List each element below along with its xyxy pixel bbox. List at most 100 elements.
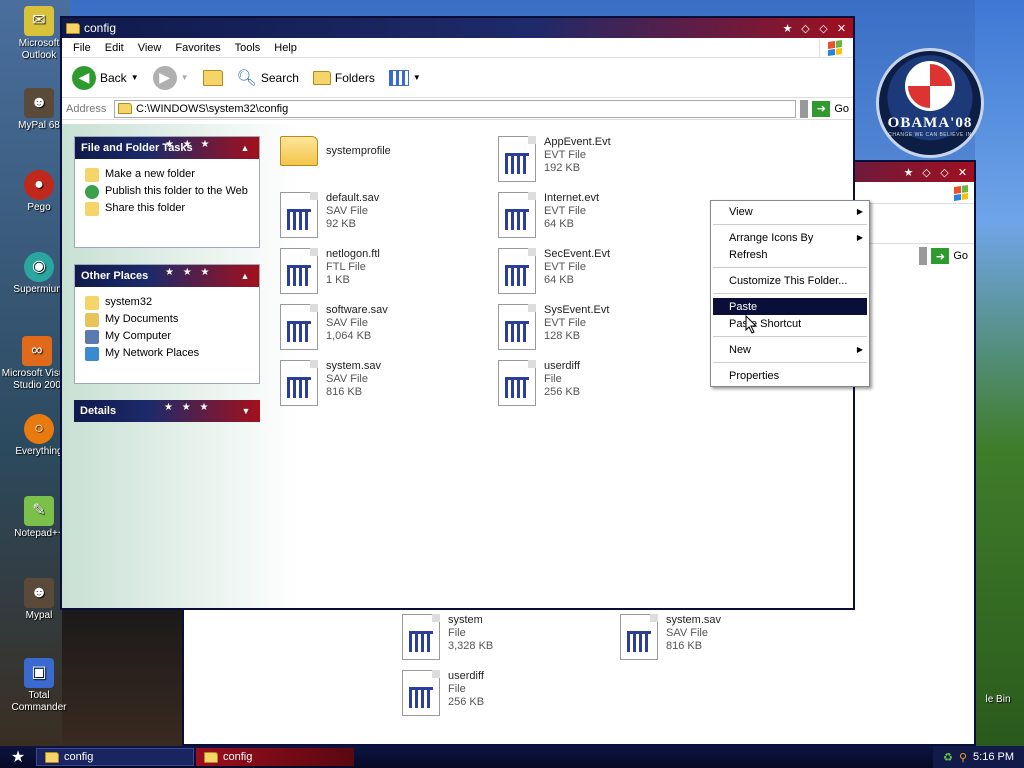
back-button[interactable]: ◀ Back ▼ xyxy=(68,64,143,92)
taskbar: ★ config config ♻ ⚲ 5:16 PM xyxy=(0,746,1024,768)
views-button[interactable]: ▼ xyxy=(385,68,425,88)
context-item-properties[interactable]: Properties xyxy=(711,367,869,384)
menu-edit[interactable]: Edit xyxy=(98,40,131,56)
place-my-network[interactable]: My Network Places xyxy=(85,347,249,361)
obama-logo-wallpaper: OBAMA'08 CHANGE WE CAN BELIEVE IN xyxy=(876,48,984,158)
context-item-refresh[interactable]: Refresh xyxy=(711,246,869,263)
window-titlebar[interactable]: config ★ ◇ ◇ ✕ xyxy=(62,18,853,38)
file-item[interactable]: userdiff File 256 KB xyxy=(498,360,708,406)
taskbar-button-config-2[interactable]: config xyxy=(196,748,354,766)
go-arrow-icon: ➜ xyxy=(931,248,950,264)
menu-tools[interactable]: Tools xyxy=(228,40,268,56)
task-share-folder[interactable]: Share this folder xyxy=(85,202,249,216)
close-button[interactable]: ✕ xyxy=(834,21,849,36)
minimize-button[interactable]: ◇ xyxy=(919,165,934,180)
obama-logo-icon xyxy=(905,61,955,111)
desktop-icon-total-commander[interactable]: ▣ Total Commander xyxy=(8,658,70,714)
clock[interactable]: 5:16 PM xyxy=(973,751,1014,763)
my-computer-icon xyxy=(85,330,99,344)
file-icon xyxy=(498,360,536,406)
file-item[interactable]: SysEvent.Evt EVT File 128 KB xyxy=(498,304,708,350)
menu-bar: File Edit View Favorites Tools Help xyxy=(62,38,853,58)
folders-icon xyxy=(312,70,331,85)
panel-header[interactable]: Other Places ★ ★ ★ ▲ xyxy=(75,265,259,287)
chevron-down-icon: ▼ xyxy=(412,73,421,82)
tray-search-icon[interactable]: ⚲ xyxy=(959,751,967,764)
task-publish-folder[interactable]: Publish this folder to the Web xyxy=(85,185,249,199)
total-commander-icon: ▣ xyxy=(24,658,54,688)
file-item[interactable]: SecEvent.Evt EVT File 64 KB xyxy=(498,248,708,294)
chevron-down-icon: ▼ xyxy=(130,73,139,82)
desktop-icon-recycle-bin[interactable]: le Bin xyxy=(972,694,1024,706)
menu-file[interactable]: File xyxy=(66,40,98,56)
maximize-button[interactable]: ◇ xyxy=(937,165,952,180)
go-button[interactable]: ➜ Go xyxy=(812,100,849,117)
file-item[interactable]: userdiff File 256 KB xyxy=(402,670,612,716)
file-item[interactable]: Internet.evt EVT File 64 KB xyxy=(498,192,708,238)
file-item[interactable]: system.sav SAV File 816 KB xyxy=(620,614,830,660)
start-button[interactable]: ★ xyxy=(0,746,36,768)
forward-button[interactable]: ▶ ▼ xyxy=(149,64,193,92)
windows-logo-icon xyxy=(954,184,968,201)
file-icon xyxy=(402,670,440,716)
desktop-icon-label: le Bin xyxy=(985,694,1011,705)
file-item[interactable]: system.sav SAV File 816 KB xyxy=(280,360,490,406)
file-icon xyxy=(498,136,536,182)
go-button[interactable]: ➜ Go xyxy=(931,248,968,264)
maximize-button[interactable]: ◇ xyxy=(816,21,831,36)
folders-button[interactable]: Folders xyxy=(309,69,379,87)
context-item-arrange-icons[interactable]: Arrange Icons By ▶ xyxy=(711,229,869,246)
address-input[interactable]: C:\WINDOWS\system32\config xyxy=(114,99,797,118)
place-my-documents[interactable]: My Documents xyxy=(85,313,249,327)
file-item[interactable]: default.sav SAV File 92 KB xyxy=(280,192,490,238)
panel-header[interactable]: File and Folder Tasks ★ ★ ★ ▲ xyxy=(75,137,259,159)
desktop-photo xyxy=(62,610,182,746)
submenu-arrow-icon: ▶ xyxy=(856,233,863,242)
file-icon xyxy=(280,248,318,294)
file-item[interactable]: AppEvent.Evt EVT File 192 KB xyxy=(498,136,708,182)
obama-logo-subtitle: CHANGE WE CAN BELIEVE IN xyxy=(888,132,972,138)
file-item[interactable]: system File 3,328 KB xyxy=(402,614,612,660)
folder-icon xyxy=(66,22,80,34)
star-icon: ★ xyxy=(782,22,793,35)
pego-icon: ● xyxy=(24,170,54,200)
submenu-arrow-icon: ▶ xyxy=(856,345,863,354)
menu-favorites[interactable]: Favorites xyxy=(168,40,227,56)
file-icon xyxy=(498,248,536,294)
file-item[interactable]: software.sav SAV File 1,064 KB xyxy=(280,304,490,350)
search-button[interactable]: 🔍︎ Search xyxy=(233,66,303,90)
context-item-paste[interactable]: Paste xyxy=(713,298,867,315)
supermium-icon: ◉ xyxy=(24,252,54,282)
visual-studio-icon: ∞ xyxy=(22,336,52,366)
panel-header[interactable]: Details ★ ★ ★ ▼ xyxy=(74,400,260,422)
star-icon: ★ xyxy=(10,749,26,766)
menu-help[interactable]: Help xyxy=(267,40,304,56)
place-system32[interactable]: system32 xyxy=(85,296,249,310)
windows-logo-icon xyxy=(827,39,842,56)
menu-view[interactable]: View xyxy=(131,40,169,56)
collapse-chevron-icon[interactable]: ▲ xyxy=(237,140,253,156)
task-make-new-folder[interactable]: Make a new folder xyxy=(85,168,249,182)
collapse-chevron-icon[interactable]: ▲ xyxy=(237,268,253,284)
expand-chevron-icon[interactable]: ▼ xyxy=(238,403,254,419)
chevron-down-icon: ▼ xyxy=(180,73,189,82)
place-my-computer[interactable]: My Computer xyxy=(85,330,249,344)
file-icon xyxy=(498,192,536,238)
minimize-button[interactable]: ◇ xyxy=(798,21,813,36)
taskbar-button-config[interactable]: config xyxy=(36,748,194,766)
mypal-icon: ☻ xyxy=(24,88,54,118)
address-dropdown-button[interactable] xyxy=(800,99,809,118)
tray-app-icon[interactable]: ♻ xyxy=(943,751,953,764)
context-item-customize[interactable]: Customize This Folder... xyxy=(711,272,869,289)
new-folder-icon xyxy=(85,168,99,182)
close-button[interactable]: ✕ xyxy=(955,165,970,180)
folder-item[interactable]: systemprofile xyxy=(280,136,490,166)
file-icon xyxy=(402,614,440,660)
file-item[interactable]: netlogon.ftl FTL File 1 KB xyxy=(280,248,490,294)
context-item-new[interactable]: New ▶ xyxy=(711,341,869,358)
context-item-paste-shortcut[interactable]: Paste Shortcut xyxy=(711,315,869,332)
views-icon xyxy=(388,69,409,86)
context-item-view[interactable]: View ▶ xyxy=(711,203,869,220)
up-folder-button[interactable] xyxy=(199,68,227,88)
address-dropdown-button[interactable] xyxy=(919,247,928,265)
